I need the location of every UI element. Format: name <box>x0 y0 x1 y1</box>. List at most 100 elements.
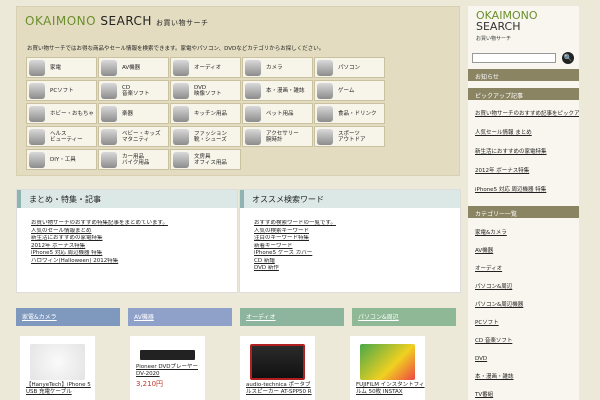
category-item[interactable]: ファッション 靴・シューズ <box>170 126 241 147</box>
search-icon[interactable]: 🔍 <box>562 52 574 64</box>
tab-appliance[interactable]: 家電&カメラ <box>16 308 120 326</box>
list-link[interactable]: パソコン&周辺機器 <box>475 302 523 308</box>
category-item[interactable]: DIY・工具 <box>26 149 97 170</box>
list-link[interactable]: おすすめ検索ワードの一覧です。 <box>254 220 336 226</box>
category-label: 楽器 <box>122 111 133 117</box>
cable-image <box>30 344 85 380</box>
category-label: 家電 <box>50 65 61 71</box>
list-item: 本・漫画・雑誌 <box>475 368 579 386</box>
category-label-line: キッチン用品 <box>194 110 228 117</box>
keywords-title: オススメ検索ワード <box>240 190 460 208</box>
category-label-line: 食品・ドリンク <box>338 110 377 117</box>
category-label-line: オーディオ <box>194 64 222 71</box>
category-label-line: オフィス用品 <box>194 159 227 166</box>
list-link[interactable]: DVD <box>475 356 487 362</box>
logo-subtitle: お買い物サーチ <box>155 19 209 27</box>
category-item[interactable]: アクセサリー 腕時計 <box>242 126 313 147</box>
category-label-line: 映像ソフト <box>194 90 222 97</box>
category-label-line: アウトドア <box>338 136 366 143</box>
list-link[interactable]: iPhone5 対応 周辺機器 特集 <box>31 250 102 256</box>
category-label: カメラ <box>266 65 283 71</box>
category-item[interactable]: スポーツ アウトドア <box>314 126 385 147</box>
list-link[interactable]: パソコン&周辺 <box>475 284 512 290</box>
list-link[interactable]: 本・漫画・雑誌 <box>475 374 514 380</box>
list-link[interactable]: 注目のキーワード特集 <box>254 235 309 241</box>
header-area: OKAIMONO SEARCH お買い物サーチ お買い物サーチではお得な商品やセー… <box>16 6 460 176</box>
tab-pc[interactable]: パソコン&周辺 <box>352 308 456 326</box>
category-item[interactable]: 楽器 <box>98 103 169 124</box>
list-link[interactable]: PCソフト <box>475 320 499 326</box>
category-label-line: 腕時計 <box>266 136 283 143</box>
product-name[interactable]: FUJIFILM インスタントフィルム 50枚 INSTAX <box>356 382 426 395</box>
category-item[interactable]: オーディオ <box>170 57 241 78</box>
list-link[interactable]: iPhone5 ケース カバー <box>254 250 312 256</box>
category-item[interactable]: 食品・ドリンク <box>314 103 385 124</box>
category-item[interactable]: DVD 映像ソフト <box>170 80 241 101</box>
category-item[interactable]: ゲーム <box>314 80 385 101</box>
category-label: PCソフト <box>50 88 74 94</box>
list-link[interactable]: 新生活におすすめの家電特集 <box>475 149 547 155</box>
category-item[interactable]: ホビー・おもちゃ <box>26 103 97 124</box>
list-link[interactable]: お買い物サーチのおすすめ記事をピックアップしています。 <box>475 111 579 117</box>
cd-icon <box>101 82 117 99</box>
category-item[interactable]: ベビー・キッズ マタニティ <box>98 126 169 147</box>
list-link[interactable]: 人気セール情報 まとめ <box>475 130 532 136</box>
list-link[interactable]: CD 新譜 <box>254 258 275 264</box>
product-card[interactable]: audio-technica ポータブルスピーカー AT-SPP50 R <box>240 336 315 400</box>
product-name[interactable]: Pioneer DVDプレーヤー DV-2020 <box>136 364 206 377</box>
list-link[interactable]: AV機器 <box>475 248 493 254</box>
category-item[interactable]: パソコン <box>314 57 385 78</box>
list-link[interactable]: お買い物サーチのおすすめ特集記事をまとめています。 <box>31 220 168 226</box>
category-label: スポーツ アウトドア <box>338 131 366 143</box>
search-input[interactable] <box>472 53 556 63</box>
category-label: ゲーム <box>338 88 354 94</box>
category-item[interactable]: 文房具 オフィス用品 <box>170 149 241 170</box>
product-name[interactable]: audio-technica ポータブルスピーカー AT-SPP50 R <box>246 382 316 395</box>
list-link[interactable]: 人気のセール情報まとめ <box>31 228 92 234</box>
tab-av[interactable]: AV機器 <box>128 308 232 326</box>
category-item[interactable]: AV機器 <box>98 57 169 78</box>
watch-icon <box>245 128 261 145</box>
tab-audio[interactable]: オーディオ <box>240 308 344 326</box>
product-name[interactable]: 【HanyeTech】iPhone 5 USB 充電ケーブル <box>26 382 96 395</box>
list-link[interactable]: DVD 新作 <box>254 265 279 271</box>
category-label: DIY・工具 <box>50 157 76 163</box>
category-label: 食品・ドリンク <box>338 111 377 117</box>
list-link[interactable]: 2012年 ボーナス特集 <box>475 168 529 174</box>
list-link[interactable]: CD 音楽ソフト <box>475 338 512 344</box>
category-item[interactable]: ヘルス ビューティー <box>26 126 97 147</box>
category-item[interactable]: PCソフト <box>26 80 97 101</box>
list-link[interactable]: 2012年 ボーナス特集 <box>31 243 85 249</box>
list-link[interactable]: ハロウィン(Halloween) 2012特集 <box>31 258 118 264</box>
sidebar-logo[interactable]: OKAIMONO SEARCH お買い物サーチ <box>476 10 537 45</box>
product-card[interactable]: Pioneer DVDプレーヤー DV-2020 3,210円 <box>130 336 205 400</box>
site-logo[interactable]: OKAIMONO SEARCH お買い物サーチ <box>25 14 208 28</box>
product-card[interactable]: 【HanyeTech】iPhone 5 USB 充電ケーブル <box>20 336 95 400</box>
category-item[interactable]: 家電 <box>26 57 97 78</box>
category-label-line: ビューティー <box>50 136 83 143</box>
list-item: iPhone5 対応 周辺機器 特集 <box>475 181 579 200</box>
av-device-icon <box>101 59 117 76</box>
category-item[interactable]: カメラ <box>242 57 313 78</box>
health-icon <box>29 128 45 145</box>
category-item[interactable]: CD 音楽ソフト <box>98 80 169 101</box>
list-item: TV番組 <box>475 386 579 400</box>
list-link[interactable]: 家電&カメラ <box>475 230 507 236</box>
list-link[interactable]: 人気の検索キーワード <box>254 228 309 234</box>
list-link[interactable]: 新着キーワード <box>254 243 293 249</box>
category-item[interactable]: 本・漫画・雑誌 <box>242 80 313 101</box>
features-panel: まとめ・特集・記事 お買い物サーチのおすすめ特集記事をまとめています。 人気のセー… <box>16 189 238 293</box>
category-label-line: DIY・工具 <box>50 156 76 163</box>
laptop-icon <box>317 59 333 76</box>
list-link[interactable]: iPhone5 対応 周辺機器 特集 <box>475 187 546 193</box>
list-link[interactable]: オーディオ <box>475 266 502 272</box>
category-item[interactable]: カー用品 バイク用品 <box>98 149 169 170</box>
list-link[interactable]: 新生活におすすめの家電特集 <box>31 235 103 241</box>
speaker-icon <box>173 59 189 76</box>
list-item: 人気セール情報 まとめ <box>475 124 579 143</box>
category-item[interactable]: ペット用品 <box>242 103 313 124</box>
category-item[interactable]: キッチン用品 <box>170 103 241 124</box>
list-item: パソコン&周辺 <box>475 278 579 296</box>
list-link[interactable]: TV番組 <box>475 392 493 398</box>
product-card[interactable]: FUJIFILM インスタントフィルム 50枚 INSTAX <box>350 336 425 400</box>
